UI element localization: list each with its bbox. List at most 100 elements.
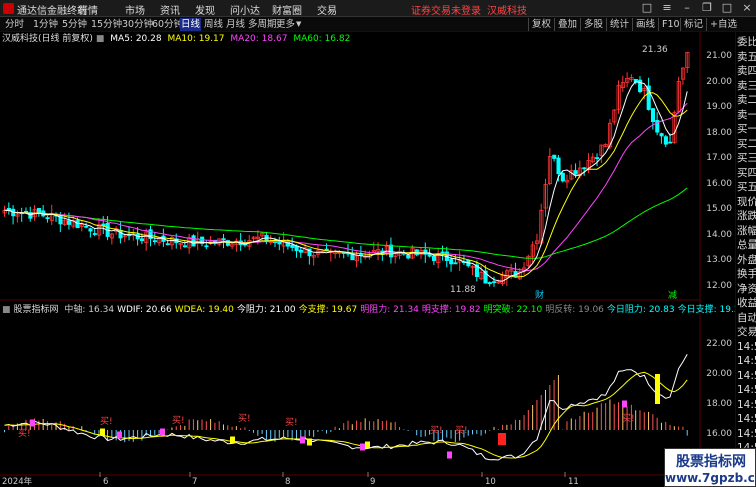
btn-biaoji[interactable]: 标记 (680, 18, 703, 31)
period-more[interactable]: 更多 (276, 18, 295, 31)
sidebar-item: 涨幅 (737, 224, 756, 237)
sidebar-item: 买五 (737, 181, 756, 193)
wdif-line (4, 354, 688, 461)
period-15min[interactable]: 15分钟 (91, 18, 122, 31)
price-axis-label: 14.00 (706, 229, 732, 240)
watermark-title: 股票指标网 (676, 454, 746, 470)
period-weekly[interactable]: 周线 (204, 18, 223, 31)
menu-hangqing[interactable]: 行情 (78, 2, 98, 17)
period-multi[interactable]: 多周期 (248, 18, 277, 31)
candle-body (84, 225, 89, 228)
quote-sidebar: 委比 卖五 卖四 卖三 卖二 卖一 买一 买二 买三 买四 买五 现价 涨跌 涨幅 总量 外盘 换手 净资 收益 自动… (735, 32, 756, 472)
finance-marker: 财 (535, 289, 544, 301)
menu-caifuquan[interactable]: 财富圈 (272, 2, 302, 17)
title-bar: 通达信金融终端 行情 市场 资讯 发现 问小达 财富圈 交易 证券交易未登录 汉… (0, 0, 756, 17)
candle-body (127, 234, 132, 237)
buy-marker: 买! (622, 413, 635, 424)
sidebar-item: 卖五 (737, 50, 756, 63)
ma20-line (4, 102, 688, 272)
indicator-axis-label: 16.00 (706, 429, 732, 439)
candle-body (406, 254, 411, 259)
menu-wenxiaoda[interactable]: 问小达 (230, 2, 260, 17)
menu-zixun[interactable]: 资讯 (160, 2, 180, 17)
buy-marker: 买! (18, 428, 31, 439)
buy-marker: 买! (455, 425, 468, 436)
sidebar-item: 现价 (737, 195, 756, 208)
signal-block (160, 428, 165, 436)
date-10: 10 (485, 477, 496, 487)
candle-body (582, 167, 587, 170)
signal-block (360, 443, 365, 451)
shirt-icon[interactable]: □ (640, 0, 654, 16)
date-axis: 2024年 6 7 8 9 10 11 (0, 477, 700, 487)
menu-shichang[interactable]: 市场 (125, 2, 145, 17)
candle-body (191, 235, 196, 247)
period-toolbar: 分时 1分钟 5分钟 15分钟 30分钟 60分钟 日线 周线 月线 多周期 更… (0, 17, 756, 32)
btn-f10[interactable]: F10 (658, 18, 680, 31)
stock-tab[interactable]: 汉威科技 (487, 2, 527, 17)
price-axis-label: 20.00 (706, 76, 732, 87)
buy-marker: 买! (172, 415, 185, 426)
period-60min[interactable]: 60分钟 (152, 18, 183, 31)
price-axis-label: 19.00 (706, 102, 732, 113)
candle-body (659, 133, 664, 137)
signal-block (230, 436, 235, 444)
date-8: 8 (285, 477, 291, 487)
indicator-axis-label: 20.00 (706, 369, 732, 379)
sidebar-item: 14:5 (737, 427, 756, 440)
period-daily[interactable]: 日线 (180, 18, 202, 31)
period-fenshi[interactable]: 分时 (5, 18, 24, 31)
menu-icon[interactable]: ≡ (660, 0, 674, 16)
restore-icon[interactable]: ❐ (700, 0, 714, 16)
indicator-axis-label: 22.00 (706, 339, 732, 349)
cross-signal (498, 433, 506, 445)
sidebar-item: 14:5 (737, 398, 756, 411)
indicator-header: ■ 股票指标网 中轴: 16.34 WDIF: 20.66 WDEA: 19.40 今阻… (2, 305, 746, 315)
candle-body (290, 244, 295, 248)
period-30min[interactable]: 30分钟 (122, 18, 153, 31)
btn-huaxian[interactable]: 画线 (632, 18, 655, 31)
signal-block (100, 428, 105, 436)
minimize-icon[interactable]: – (680, 0, 694, 16)
candle-body (560, 172, 565, 182)
close-icon[interactable]: × (740, 0, 754, 16)
candle-body (552, 154, 557, 159)
sidebar-item: 卖一 (737, 108, 756, 121)
date-year: 2024年 (2, 477, 33, 487)
high-price-label: 21.36 (642, 45, 668, 55)
candle-body (92, 233, 97, 235)
btn-duogu[interactable]: 多股 (580, 18, 603, 31)
sidebar-item: 14:5 (737, 355, 756, 367)
menu-faxian[interactable]: 发现 (195, 2, 215, 17)
candle-body (101, 223, 106, 226)
price-axis-label: 18.00 (706, 127, 732, 138)
menu-jiaoyi[interactable]: 交易 (317, 2, 337, 17)
candle-body (453, 262, 458, 265)
app-title: 通达信金融终端 (17, 6, 87, 17)
candle-body (204, 245, 209, 248)
period-1min[interactable]: 1分钟 (33, 18, 58, 31)
candle-body (182, 245, 188, 248)
low-price-label: 11.88 (450, 285, 476, 295)
price-axis-label: 16.00 (706, 178, 732, 189)
period-5min[interactable]: 5分钟 (62, 18, 87, 31)
btn-tongji[interactable]: 统计 (606, 18, 629, 31)
period-monthly[interactable]: 月线 (226, 18, 245, 31)
candle-body (75, 220, 80, 229)
kline-chart[interactable]: 买! 买! 买! 买! 买! 买! 买! 买! 21.36 11.88 财 减 (0, 32, 735, 477)
btn-zixuan[interactable]: +自选 (706, 18, 737, 31)
signal-block (30, 419, 35, 427)
login-warning[interactable]: 证券交易未登录 (411, 2, 481, 17)
ind-value-4: 今支撑: 19.67 (298, 305, 358, 315)
signal-block (447, 451, 452, 459)
ind-value-1: WDIF: 20.66 (117, 305, 172, 315)
sidebar-item: 交易 (737, 326, 756, 338)
candle-body (88, 228, 93, 232)
btn-fuquan[interactable]: 复权 (528, 18, 551, 31)
price-axis: 21.00 20.00 19.00 18.00 17.00 16.00 15.00 14.00… (700, 32, 735, 292)
sidebar-item: 外盘 (737, 253, 756, 266)
maximize-icon[interactable]: □ (720, 0, 734, 16)
more-chevron-icon[interactable]: ▼ (296, 18, 301, 31)
buy-marker: 买! (285, 417, 298, 428)
btn-diejia[interactable]: 叠加 (554, 18, 577, 31)
